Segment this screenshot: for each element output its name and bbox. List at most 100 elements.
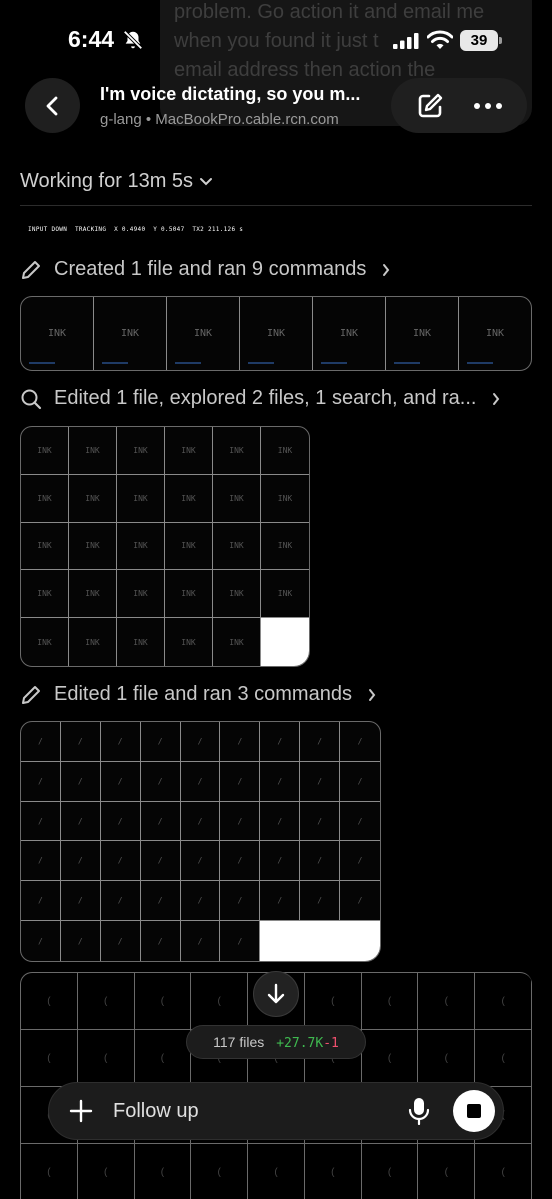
stroke-grid-cell: ( xyxy=(21,1030,78,1087)
stroke-grid-cell: ( xyxy=(475,1030,532,1087)
step-created-file[interactable]: Created 1 file and ran 9 commands xyxy=(20,258,390,281)
stroke-grid-cell: / xyxy=(180,801,221,842)
step-label: Edited 1 file, explored 2 files, 1 searc… xyxy=(54,387,477,409)
stroke-grid-cell: ( xyxy=(361,1030,419,1087)
stroke-grid-cell: / xyxy=(140,841,181,882)
battery-level: 39 xyxy=(460,30,498,51)
stroke-grid-cell: / xyxy=(300,841,341,882)
stroke-grid-cell: / xyxy=(21,801,61,842)
ink-grid-cell: INK xyxy=(213,474,261,523)
wifi-icon xyxy=(427,30,453,49)
compose-button[interactable] xyxy=(415,91,445,121)
stroke-grid-cell: / xyxy=(260,841,301,882)
ink-grid-cell: INK xyxy=(69,474,117,523)
divider xyxy=(20,205,532,206)
attach-button[interactable] xyxy=(53,1083,109,1139)
status-bar: 6:44 39 xyxy=(0,0,552,80)
stroke-grid-cell: / xyxy=(21,881,61,922)
stroke-grid-cell: ( xyxy=(418,1030,476,1087)
search-icon xyxy=(21,389,42,409)
ink-grid-cell: INK xyxy=(213,427,261,475)
stroke-grid-cell xyxy=(260,921,380,961)
thread-title-block[interactable]: I'm voice dictating, so you m... g-lang … xyxy=(100,84,390,128)
stroke-grid-cell: / xyxy=(300,761,341,802)
dictate-button[interactable] xyxy=(399,1091,439,1131)
stroke-grid-cell: / xyxy=(140,801,181,842)
ink-grid-cell: INK xyxy=(261,570,309,619)
thread-title: I'm voice dictating, so you m... xyxy=(100,84,361,104)
tracking-readout: INPUT DOWN TRACKING X 0.4940 Y 0.5047 TX… xyxy=(28,226,244,233)
ink-grid-cell: INK xyxy=(213,522,261,571)
stroke-grid-cell: / xyxy=(21,841,61,882)
stroke-grid-cell: / xyxy=(300,881,341,922)
stroke-grid-cell: / xyxy=(180,722,221,762)
diff-removed: -1 xyxy=(323,1035,339,1051)
ink-grid-cell: INK xyxy=(69,618,117,666)
step-edited-explored[interactable]: Edited 1 file, explored 2 files, 1 searc… xyxy=(20,387,500,410)
stroke-grid-cell: / xyxy=(100,722,141,762)
stroke-grid-cell: / xyxy=(260,722,301,762)
stroke-grid-cell: / xyxy=(220,761,261,802)
stroke-grid-cell: ( xyxy=(304,973,362,1030)
stroke-grid-cell: / xyxy=(100,841,141,882)
stroke-grid-cell: ( xyxy=(248,1144,305,1199)
stroke-grid-cell: / xyxy=(21,722,61,762)
stroke-grid-cell: ( xyxy=(21,1144,78,1199)
stroke-grid-cell: ( xyxy=(475,973,532,1030)
stroke-grid-cell: / xyxy=(260,761,301,802)
stroke-grid-cell: / xyxy=(180,881,221,922)
diff-added: +27.7K xyxy=(276,1035,324,1051)
step-label: Edited 1 file and ran 3 commands xyxy=(54,683,352,705)
stroke-grid-cell: ( xyxy=(191,973,249,1030)
step-edited-ran[interactable]: Edited 1 file and ran 3 commands xyxy=(20,683,376,706)
stroke-grid-cell: / xyxy=(21,921,61,961)
ink-grid-cell: INK xyxy=(21,427,69,475)
ink-grid-cell: INK xyxy=(117,474,165,523)
stroke-grid-cell: / xyxy=(60,881,101,922)
stroke-grid-cell: / xyxy=(61,921,101,961)
ink-grid-cell xyxy=(261,618,309,666)
ink-strip-cell: INK xyxy=(459,297,531,370)
diff-summary-pill[interactable]: 117 files +27.7K-1 xyxy=(186,1025,366,1059)
ink-grid-cell: INK xyxy=(69,570,117,619)
stroke-grid-cell: ( xyxy=(418,973,476,1030)
stroke-grid-cell: ( xyxy=(361,973,419,1030)
ink-strip-cell: INK xyxy=(386,297,459,370)
working-status-toggle[interactable]: Working for 13m 5s xyxy=(20,170,213,193)
header-actions xyxy=(391,78,527,133)
ink-strip-cell: INK xyxy=(240,297,313,370)
diff-files-count: 117 files xyxy=(213,1034,265,1050)
stroke-grid-cell: / xyxy=(180,761,221,802)
composer-bar xyxy=(48,1082,504,1140)
stroke-grid-cell: / xyxy=(220,921,261,961)
stroke-grid-cell: / xyxy=(340,881,380,922)
stroke-grid-cell: / xyxy=(260,881,301,922)
stroke-grid-cell: ( xyxy=(305,1144,362,1199)
ink-grid-image[interactable]: INK INK INK INK INK INK INK INK INK INK INK INK INK I… xyxy=(20,426,310,667)
back-button[interactable] xyxy=(25,78,80,133)
bell-slash-icon xyxy=(123,30,143,50)
stroke-grid-cell: / xyxy=(340,802,380,842)
stroke-grid-cell: / xyxy=(300,722,341,762)
stroke-grid-image[interactable]: / / / / / / / / / / / / / / / / / / / / / / / / / / / / / / / / / / / / / / / /… xyxy=(20,721,381,962)
ink-grid-cell: INK xyxy=(165,618,213,666)
arrow-down-icon xyxy=(267,983,285,1004)
ink-strip-image[interactable]: INK INK INK INK INK INK INK xyxy=(20,296,532,371)
stop-button[interactable] xyxy=(453,1090,495,1132)
more-button[interactable] xyxy=(473,102,503,110)
ink-grid-cell: INK xyxy=(21,522,69,571)
stroke-grid-cell: / xyxy=(300,801,341,842)
ink-grid-cell: INK xyxy=(117,427,165,475)
stroke-grid-cell: ( xyxy=(134,973,192,1030)
ink-grid-cell: INK xyxy=(261,475,309,523)
ink-grid-cell: INK xyxy=(117,570,165,619)
stroke-grid-cell: / xyxy=(181,921,221,961)
follow-up-input[interactable] xyxy=(113,1099,399,1123)
battery-icon: 39 xyxy=(460,30,502,51)
scroll-to-bottom-button[interactable] xyxy=(253,971,299,1017)
stroke-grid-cell: / xyxy=(340,841,380,882)
stroke-grid-cell: / xyxy=(60,801,101,842)
back-icon xyxy=(46,96,57,115)
ink-strip-cell: INK xyxy=(94,297,167,370)
ink-grid-cell: INK xyxy=(165,570,213,619)
